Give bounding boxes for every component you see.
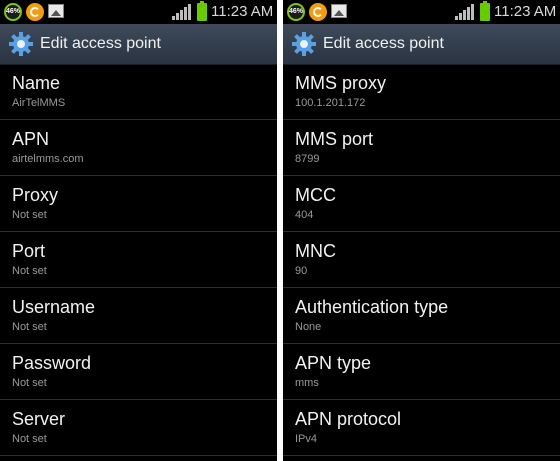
setting-label: APN protocol <box>295 409 402 429</box>
setting-value: airtelmms.com <box>12 153 84 165</box>
settings-list: Name AirTelMMS APN airtelmms.com Proxy N… <box>0 64 277 456</box>
setting-mcc[interactable]: MCC 404 <box>283 176 560 232</box>
setting-value: mms <box>295 377 319 389</box>
setting-label: Username <box>12 297 96 317</box>
status-bar: 46% 11:23 AM <box>0 0 277 24</box>
setting-value: 100.1.201.172 <box>295 97 366 109</box>
setting-username[interactable]: Username Not set <box>0 288 277 344</box>
signal-icon <box>455 4 475 20</box>
setting-label: APN <box>12 129 50 149</box>
signal-icon <box>172 4 192 20</box>
setting-label: MNC <box>295 241 336 261</box>
setting-proxy[interactable]: Proxy Not set <box>0 176 277 232</box>
setting-label: Authentication type <box>295 297 449 317</box>
setting-value: 8799 <box>295 153 320 165</box>
setting-value: IPv4 <box>295 433 318 445</box>
setting-label: Name <box>12 73 61 93</box>
setting-mms-port[interactable]: MMS port 8799 <box>283 120 560 176</box>
battery-percent-icon: 46% <box>287 3 305 21</box>
setting-mnc[interactable]: MNC 90 <box>283 232 560 288</box>
setting-name[interactable]: Name AirTelMMS <box>0 64 277 120</box>
setting-value: 404 <box>295 209 314 221</box>
setting-label: Proxy <box>12 185 59 205</box>
setting-label: Server <box>12 409 66 429</box>
setting-label: MMS proxy <box>295 73 387 93</box>
setting-authentication-type[interactable]: Authentication type None <box>283 288 560 344</box>
settings-list: MMS proxy 100.1.201.172 MMS port 8799 MC… <box>283 64 560 456</box>
gallery-icon <box>331 4 347 18</box>
setting-apn-protocol[interactable]: APN protocol IPv4 <box>283 400 560 456</box>
battery-icon <box>197 1 207 21</box>
setting-value: None <box>295 321 322 333</box>
setting-password[interactable]: Password Not set <box>0 344 277 400</box>
title-bar: Edit access point <box>283 24 560 65</box>
setting-server[interactable]: Server Not set <box>0 400 277 456</box>
sync-icon <box>309 3 327 21</box>
gear-icon <box>292 32 316 56</box>
setting-apn[interactable]: APN airtelmms.com <box>0 120 277 176</box>
sync-icon <box>26 3 44 21</box>
setting-value: AirTelMMS <box>12 97 66 109</box>
setting-label: MMS port <box>295 129 374 149</box>
setting-label: Password <box>12 353 92 373</box>
status-bar: 46% 11:23 AM <box>283 0 560 24</box>
gallery-icon <box>48 4 64 18</box>
battery-percent-icon: 46% <box>4 3 22 21</box>
setting-label: Port <box>12 241 46 261</box>
status-clock: 11:23 AM <box>211 3 274 20</box>
setting-value: Not set <box>12 321 47 333</box>
page-title: Edit access point <box>40 35 161 52</box>
setting-value: Not set <box>12 433 47 445</box>
title-bar: Edit access point <box>0 24 277 65</box>
setting-port[interactable]: Port Not set <box>0 232 277 288</box>
setting-value: Not set <box>12 209 47 221</box>
status-clock: 11:23 AM <box>494 3 557 20</box>
gear-icon <box>9 32 33 56</box>
page-title: Edit access point <box>323 35 444 52</box>
left-phone-screen: 46% 11:23 AM Edit access point Name AirT… <box>0 0 277 461</box>
setting-label: MCC <box>295 185 336 205</box>
setting-apn-type[interactable]: APN type mms <box>283 344 560 400</box>
setting-label: APN type <box>295 353 372 373</box>
setting-value: Not set <box>12 377 47 389</box>
setting-value: Not set <box>12 265 47 277</box>
setting-value: 90 <box>295 265 308 277</box>
right-phone-screen: 46% 11:23 AM Edit access point MMS proxy… <box>283 0 560 461</box>
setting-mms-proxy[interactable]: MMS proxy 100.1.201.172 <box>283 64 560 120</box>
battery-icon <box>480 1 490 21</box>
